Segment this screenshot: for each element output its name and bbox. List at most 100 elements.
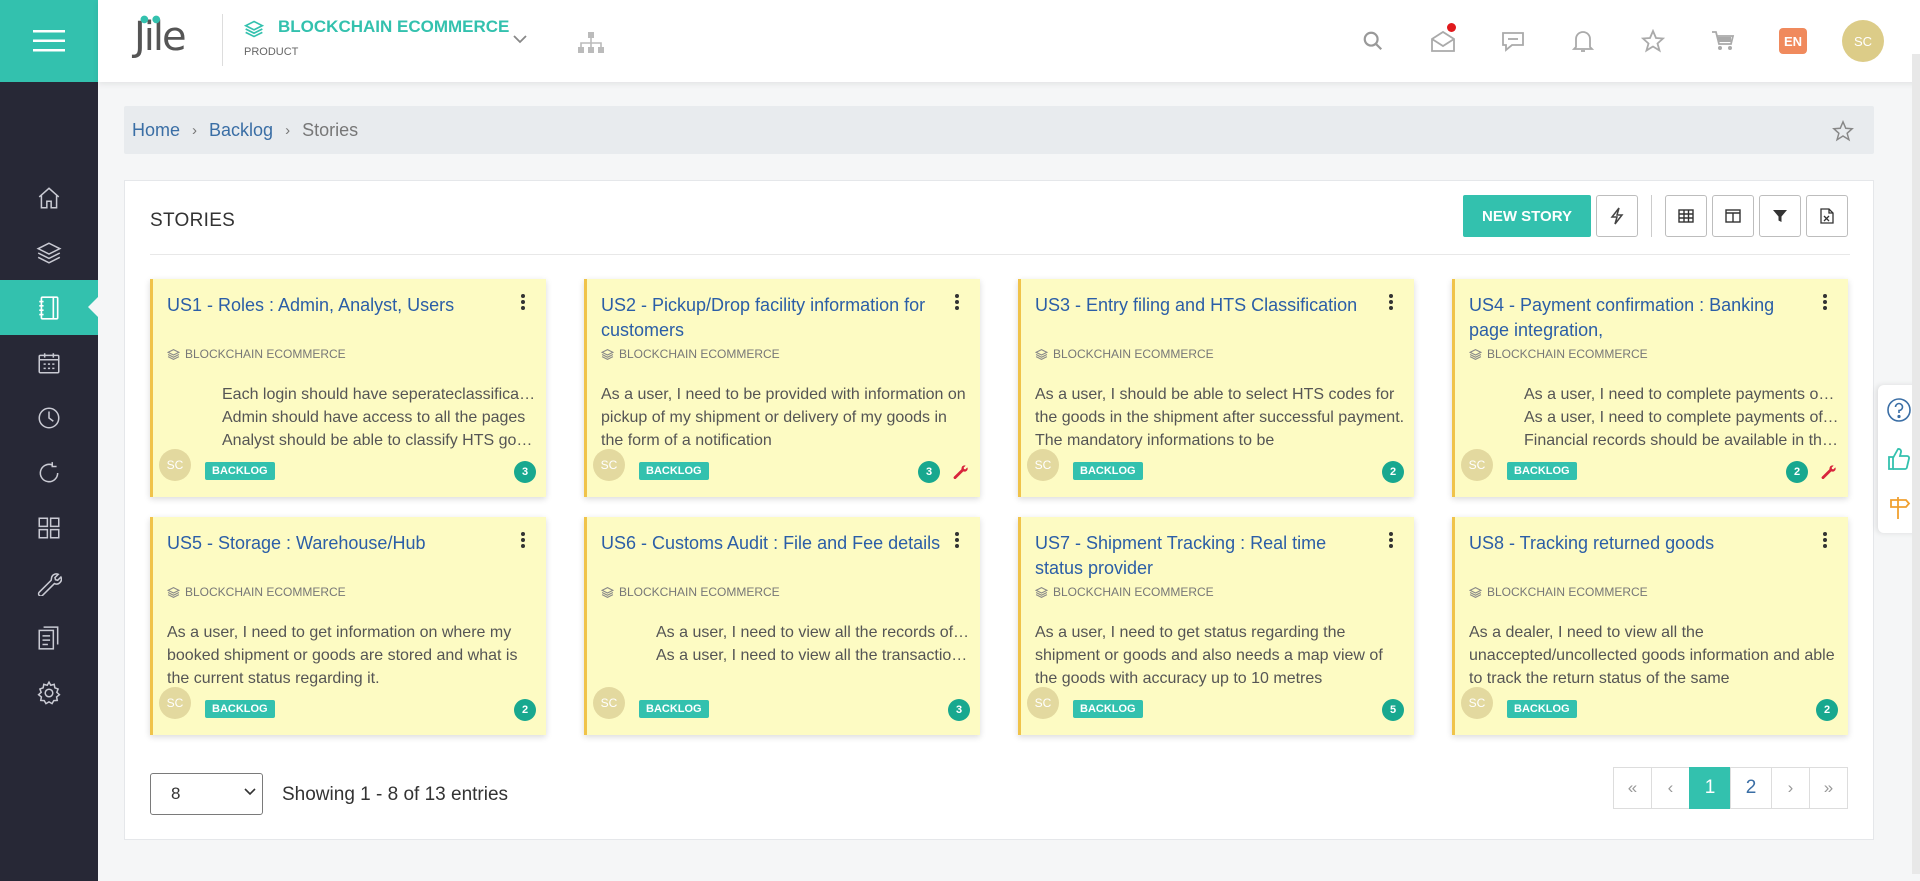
story-description: As a user, I should be able to select HT… [1035,383,1405,453]
filter-button[interactable] [1759,195,1801,237]
kebab-menu-icon[interactable] [954,293,960,311]
sidebar-item-home[interactable] [0,170,98,225]
story-project-name: BLOCKCHAIN ECOMMERCE [619,347,780,361]
assignee-avatar[interactable]: SC [1461,687,1493,719]
page-1-button[interactable]: 1 [1689,767,1731,809]
language-button[interactable]: EN [1758,20,1828,62]
assignee-avatar[interactable]: SC [1461,449,1493,481]
story-card[interactable]: US6 - Customs Audit : File and Fee detai… [584,517,980,735]
story-title[interactable]: US4 - Payment confirmation : Banking pag… [1469,293,1809,343]
star-icon [1641,29,1665,53]
story-description: As a user, I need to get information on … [167,621,537,691]
kebab-menu-icon[interactable] [1822,531,1828,549]
page-size-value: 8 [171,784,181,803]
story-title[interactable]: US8 - Tracking returned goods [1469,531,1809,556]
story-title[interactable]: US6 - Customs Audit : File and Fee detai… [601,531,941,556]
story-card[interactable]: US3 - Entry filing and HTS Classificatio… [1018,279,1414,497]
page-2-button[interactable]: 2 [1730,767,1772,809]
notifications-button[interactable] [1548,20,1618,62]
next-page-button[interactable]: › [1771,767,1810,809]
story-project: BLOCKCHAIN ECOMMERCE [601,585,780,599]
sidebar-item-refresh[interactable] [0,445,98,500]
sidebar-item-docs[interactable] [0,610,98,665]
sidebar-item-settings[interactable] [0,665,98,720]
assignee-avatar[interactable]: SC [593,687,625,719]
wrench-icon [953,465,968,479]
wrench-icon [1821,465,1836,479]
task-count-badge: 5 [1382,699,1404,721]
story-project-name: BLOCKCHAIN ECOMMERCE [1487,347,1648,361]
layers-icon [1035,348,1048,360]
project-name: BLOCKCHAIN ECOMMERCE [278,17,510,36]
table-view-button[interactable] [1665,195,1707,237]
chat-button[interactable] [1478,20,1548,62]
layers-icon [244,20,264,38]
story-bullet: As a user, I need to view all the transa… [656,644,971,667]
story-title[interactable]: US3 - Entry filing and HTS Classificatio… [1035,293,1375,318]
story-title[interactable]: US5 - Storage : Warehouse/Hub [167,531,507,556]
project-selector[interactable]: BLOCKCHAIN ECOMMERCE PRODUCT [244,17,509,58]
inbox-button[interactable] [1408,20,1478,62]
bookmark-star-icon[interactable] [1832,120,1854,142]
kebab-menu-icon[interactable] [1388,293,1394,311]
task-count-badge: 3 [918,461,940,483]
story-description-text: As a dealer, I need to view all the unac… [1469,624,1835,687]
clock-icon [38,406,60,429]
sidebar-item-calendar[interactable] [0,335,98,390]
sidebar-item-tools[interactable] [0,555,98,610]
kebab-menu-icon[interactable] [1388,531,1394,549]
story-card[interactable]: US2 - Pickup/Drop facility information f… [584,279,980,497]
user-avatar[interactable]: SC [1842,20,1884,62]
app-logo[interactable]: ● ● Jile [134,14,187,60]
story-card[interactable]: US1 - Roles : Admin, Analyst, Users BLOC… [150,279,546,497]
chevron-down-icon[interactable] [512,34,528,44]
story-title[interactable]: US2 - Pickup/Drop facility information f… [601,293,941,343]
kebab-menu-icon[interactable] [520,531,526,549]
story-title[interactable]: US7 - Shipment Tracking : Real time stat… [1035,531,1375,581]
sidebar-item-layers[interactable] [0,225,98,280]
first-page-button[interactable]: « [1613,767,1652,809]
menu-toggle-button[interactable] [0,0,98,82]
sidebar-item-apps[interactable] [0,500,98,555]
story-card[interactable]: US7 - Shipment Tracking : Real time stat… [1018,517,1414,735]
breadcrumb-home[interactable]: Home [132,120,180,141]
assignee-avatar[interactable]: SC [159,449,191,481]
story-description: Each login should have seperateclassific… [167,383,537,453]
assignee-avatar[interactable]: SC [159,687,191,719]
last-page-button[interactable]: » [1809,767,1848,809]
breadcrumb-backlog[interactable]: Backlog [209,120,273,141]
question-icon [1887,397,1911,422]
story-bullet: Financial records should be available in… [1524,429,1839,452]
story-card[interactable]: US4 - Payment confirmation : Banking pag… [1452,279,1848,497]
story-card[interactable]: US8 - Tracking returned goods BLOCKCHAIN… [1452,517,1848,735]
prev-page-button[interactable]: ‹ [1651,767,1690,809]
story-title[interactable]: US1 - Roles : Admin, Analyst, Users [167,293,507,318]
split-view-button[interactable] [1712,195,1754,237]
task-count-badge: 3 [514,461,536,483]
hierarchy-icon[interactable] [578,32,604,54]
sidebar-item-backlog[interactable] [0,280,98,335]
quick-action-button[interactable] [1596,195,1638,237]
assignee-avatar[interactable]: SC [1027,449,1059,481]
page-title: STORIES [150,210,236,231]
sidebar-item-clock[interactable] [0,390,98,445]
kebab-menu-icon[interactable] [1822,293,1828,311]
story-card[interactable]: US5 - Storage : Warehouse/Hub BLOCKCHAIN… [150,517,546,735]
assignee-avatar[interactable]: SC [593,449,625,481]
breadcrumb-separator-icon: › [285,121,291,139]
lightning-icon [1610,207,1624,225]
thumbs-up-icon [1888,447,1910,470]
new-story-button[interactable]: NEW STORY [1462,195,1591,237]
kebab-menu-icon[interactable] [520,293,526,311]
story-description-text: As a user, I need to get status regardin… [1035,624,1383,687]
cart-button[interactable] [1688,20,1758,62]
favorites-button[interactable] [1618,20,1688,62]
search-button[interactable] [1338,20,1408,62]
export-excel-button[interactable] [1806,195,1848,237]
assignee-avatar[interactable]: SC [1027,687,1059,719]
page-scrollbar[interactable] [1912,54,1920,874]
kebab-menu-icon[interactable] [954,531,960,549]
documents-icon [38,625,59,650]
page-size-select[interactable]: 8 [150,773,263,815]
project-type: PRODUCT [244,46,299,58]
